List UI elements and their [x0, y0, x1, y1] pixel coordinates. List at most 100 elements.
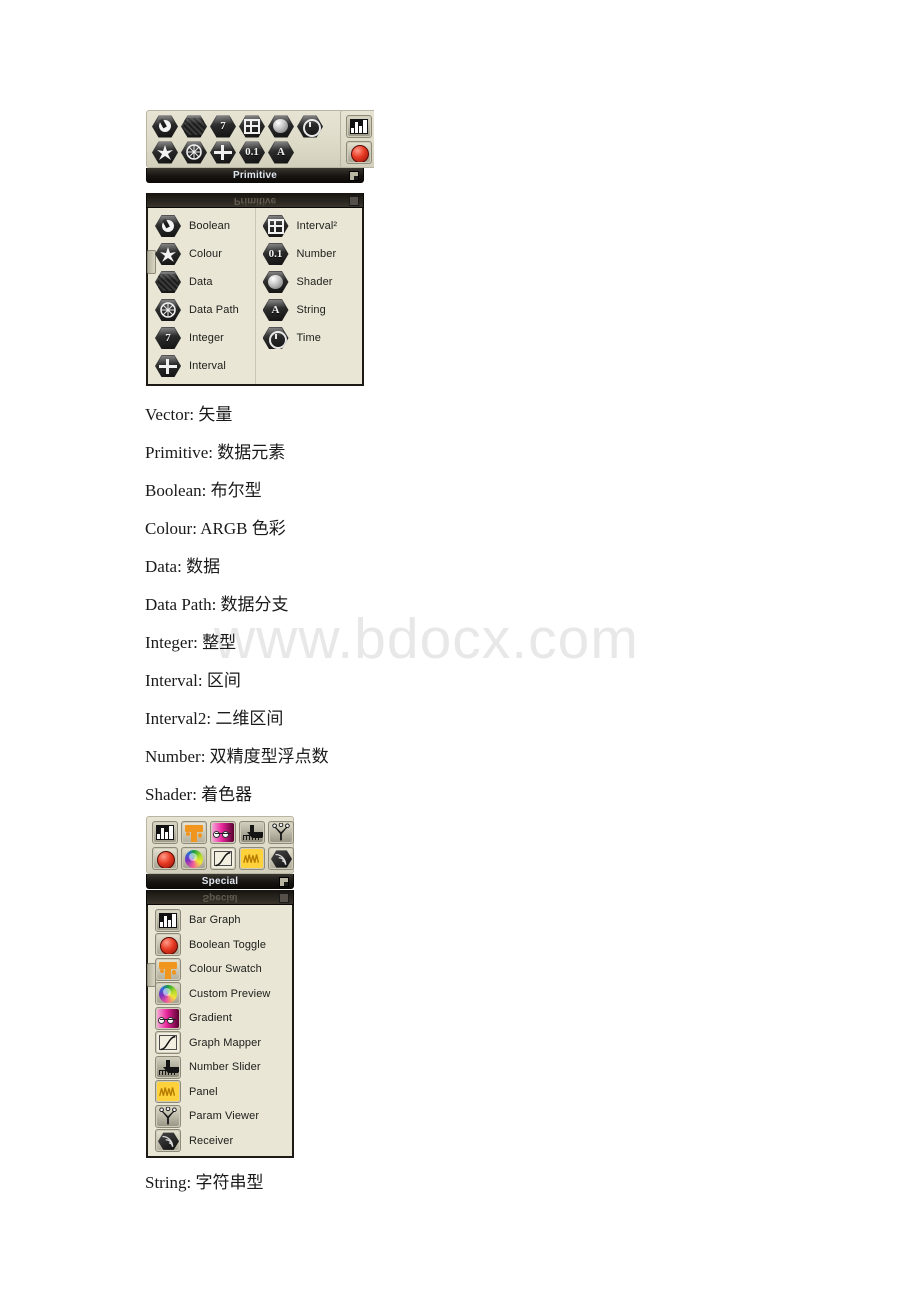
- primitive-expand-reflection-icon: [349, 196, 359, 206]
- receiver-icon: [155, 1129, 181, 1153]
- special-toolbar-partial[interactable]: [340, 110, 374, 168]
- glossary-line: Data Path: 数据分支: [145, 595, 289, 614]
- panel-icon[interactable]: [239, 847, 265, 870]
- special-item-receiver[interactable]: Receiver: [148, 1129, 292, 1154]
- glossary-line: Number: 双精度型浮点数: [145, 747, 329, 766]
- special-item-bar-graph[interactable]: Bar Graph: [148, 908, 292, 933]
- data-path-icon[interactable]: [181, 141, 207, 164]
- data-icon: [155, 270, 181, 294]
- special-item-colour-swatch[interactable]: Colour Swatch: [148, 957, 292, 982]
- special-item-number-slider[interactable]: Number Slider: [148, 1055, 292, 1080]
- special-item-label: Number Slider: [189, 1061, 261, 1074]
- gradient-icon: [155, 1006, 181, 1030]
- colour-swatch-icon: [155, 957, 181, 981]
- graph-mapper-icon[interactable]: [210, 847, 236, 870]
- shader-icon: [262, 270, 289, 294]
- special-item-label: Custom Preview: [189, 987, 271, 1000]
- primitive-item-data[interactable]: Data: [148, 268, 255, 296]
- primitive-toolbar[interactable]: 7 0.1 A: [146, 110, 364, 168]
- special-dropdown: Special Bar Graph Boolean Toggle Colour Sw…: [146, 890, 294, 1158]
- string-icon[interactable]: A: [268, 141, 294, 164]
- bar-graph-icon: [155, 908, 181, 932]
- primitive-item-interval[interactable]: Interval: [148, 352, 255, 380]
- primitive-dropdown: Primitive Boolean Colour Data Data Path 7 Int…: [146, 193, 364, 386]
- time-icon[interactable]: [297, 115, 323, 138]
- special-caption-bar[interactable]: Special: [146, 874, 294, 889]
- primitive-item-label: String: [296, 304, 326, 316]
- primitive-panel: 7 0.1 A Primitive: [146, 110, 364, 183]
- special-item-param-viewer[interactable]: Param Viewer: [148, 1104, 292, 1129]
- special-item-graph-mapper[interactable]: Graph Mapper: [148, 1031, 292, 1056]
- watermark: www.bdocx.com: [214, 607, 639, 671]
- panel-icon: [155, 1080, 181, 1104]
- primitive-caption-bar[interactable]: Primitive: [146, 168, 364, 183]
- data-path-icon: [155, 298, 181, 322]
- primitive-item-number[interactable]: 0.1 Number: [256, 240, 363, 268]
- special-toolbar[interactable]: [146, 816, 294, 874]
- interval-icon: [155, 354, 181, 378]
- gradient-icon[interactable]: [210, 821, 236, 844]
- primitive-item-label: Number: [296, 248, 337, 260]
- primitive-item-time[interactable]: Time: [256, 324, 363, 352]
- special-item-boolean-toggle[interactable]: Boolean Toggle: [148, 933, 292, 958]
- receiver-icon[interactable]: [268, 847, 294, 870]
- glossary-line: Shader: 着色器: [145, 785, 253, 804]
- custom-preview-icon[interactable]: [181, 847, 207, 870]
- primitive-expand-icon[interactable]: [349, 171, 359, 181]
- primitive-item-boolean[interactable]: Boolean: [148, 212, 255, 240]
- integer-icon[interactable]: 7: [210, 115, 236, 138]
- primitive-item-label: Integer: [189, 332, 224, 344]
- special-item-panel[interactable]: Panel: [148, 1080, 292, 1105]
- boolean-toggle-icon-partial[interactable]: [346, 141, 372, 164]
- special-item-label: Panel: [189, 1085, 218, 1098]
- primitive-item-integer[interactable]: 7 Integer: [148, 324, 255, 352]
- glossary-line: Interval2: 二维区间: [145, 709, 284, 728]
- data-icon[interactable]: [181, 115, 207, 138]
- boolean-toggle-icon[interactable]: [152, 847, 178, 870]
- special-item-label: Graph Mapper: [189, 1036, 262, 1049]
- primitive-dropdown-body: Boolean Colour Data Data Path 7 Integer Interv…: [146, 208, 364, 386]
- bar-graph-icon[interactable]: [152, 821, 178, 844]
- number-icon: 0.1: [262, 242, 289, 266]
- interval2-icon[interactable]: [239, 115, 265, 138]
- glossary-line: Integer: 整型: [145, 633, 237, 652]
- number-icon[interactable]: 0.1: [239, 141, 265, 164]
- special-item-custom-preview[interactable]: Custom Preview: [148, 982, 292, 1007]
- primitive-item-interval-[interactable]: Interval²: [256, 212, 363, 240]
- primitive-item-string[interactable]: A String: [256, 296, 363, 324]
- glossary-line: Colour: ARGB 色彩: [145, 519, 286, 538]
- primitive-caption-reflection: Primitive: [146, 193, 364, 208]
- special-toolbar-row: [152, 847, 294, 870]
- primitive-item-label: Colour: [189, 248, 223, 260]
- glossary-line: Data: 数据: [145, 557, 221, 576]
- primitive-item-label: Data: [189, 276, 213, 288]
- glossary-line: Vector: 矢量: [145, 405, 233, 424]
- primitive-item-data-path[interactable]: Data Path: [148, 296, 255, 324]
- primitive-toolbar-row: 7: [152, 115, 358, 138]
- colour-icon[interactable]: [152, 141, 178, 164]
- shader-icon[interactable]: [268, 115, 294, 138]
- special-caption-reflection-label: Special: [202, 891, 238, 903]
- number-slider-icon: [155, 1055, 181, 1079]
- primitive-item-shader[interactable]: Shader: [256, 268, 363, 296]
- interval-icon[interactable]: [210, 141, 236, 164]
- special-item-gradient[interactable]: Gradient: [148, 1006, 292, 1031]
- primitive-item-colour[interactable]: Colour: [148, 240, 255, 268]
- number-slider-icon[interactable]: [239, 821, 265, 844]
- glossary-line: Boolean: 布尔型: [145, 481, 262, 500]
- primitive-toolbar-row: 0.1 A: [152, 141, 358, 164]
- special-toolbar-row: [152, 821, 294, 844]
- bar-graph-icon-partial[interactable]: [346, 115, 372, 138]
- primitive-item-label: Boolean: [189, 220, 231, 232]
- primitive-dropdown-column: Boolean Colour Data Data Path 7 Integer Interv…: [148, 208, 255, 384]
- special-item-label: Gradient: [189, 1012, 232, 1025]
- colour-swatch-icon[interactable]: [181, 821, 207, 844]
- graph-mapper-icon: [155, 1031, 181, 1055]
- special-expand-icon[interactable]: [279, 877, 289, 887]
- param-viewer-icon[interactable]: [268, 821, 294, 844]
- boolean-icon[interactable]: [152, 115, 178, 138]
- primitive-caption-label: Primitive: [232, 169, 278, 181]
- glossary-line: Primitive: 数据元素: [145, 443, 286, 462]
- dock-handle-left-special[interactable]: [147, 963, 156, 987]
- special-item-label: Param Viewer: [189, 1110, 260, 1123]
